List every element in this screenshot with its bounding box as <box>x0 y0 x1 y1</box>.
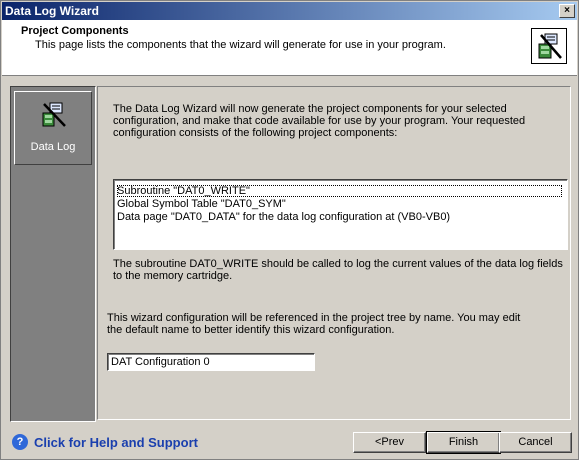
window-title: Data Log Wizard <box>5 4 99 18</box>
components-listbox[interactable]: Subroutine "DAT0_WRITE" Global Symbol Ta… <box>113 179 568 250</box>
wizard-sidebar: Data Log <box>10 86 96 422</box>
sidebar-item-data-log[interactable]: Data Log <box>14 91 92 165</box>
list-item[interactable]: Global Symbol Table "DAT0_SYM" <box>117 198 286 210</box>
page-subtitle: This page lists the components that the … <box>35 39 446 51</box>
finish-button[interactable]: Finish <box>426 431 501 454</box>
wizard-window: Data Log Wizard × Project Components Thi… <box>0 0 579 460</box>
sidebar-item-label: Data Log <box>30 141 76 153</box>
help-support-link[interactable]: ? Click for Help and Support <box>12 434 198 450</box>
content-panel: The Data Log Wizard will now generate th… <box>97 86 571 420</box>
help-icon: ? <box>12 434 28 450</box>
help-link-label: Click for Help and Support <box>34 434 198 450</box>
name-instruction-text: This wizard configuration will be refere… <box>107 312 521 336</box>
configuration-name-field[interactable] <box>107 353 315 371</box>
page-header: Project Components This page lists the c… <box>2 20 577 76</box>
close-button[interactable]: × <box>559 4 575 18</box>
prev-button[interactable]: <Prev <box>353 432 426 453</box>
list-item[interactable]: Subroutine "DAT0_WRITE" <box>117 185 562 197</box>
list-item[interactable]: Data page "DAT0_DATA" for the data log c… <box>117 211 450 223</box>
cancel-button[interactable]: Cancel <box>499 432 572 453</box>
page-title: Project Components <box>21 25 129 37</box>
title-bar: Data Log Wizard × <box>2 2 577 20</box>
wizard-logo-icon <box>531 28 567 64</box>
data-log-icon <box>40 101 68 129</box>
subroutine-note: The subroutine DAT0_WRITE should be call… <box>113 258 563 282</box>
intro-text: The Data Log Wizard will now generate th… <box>113 103 526 139</box>
